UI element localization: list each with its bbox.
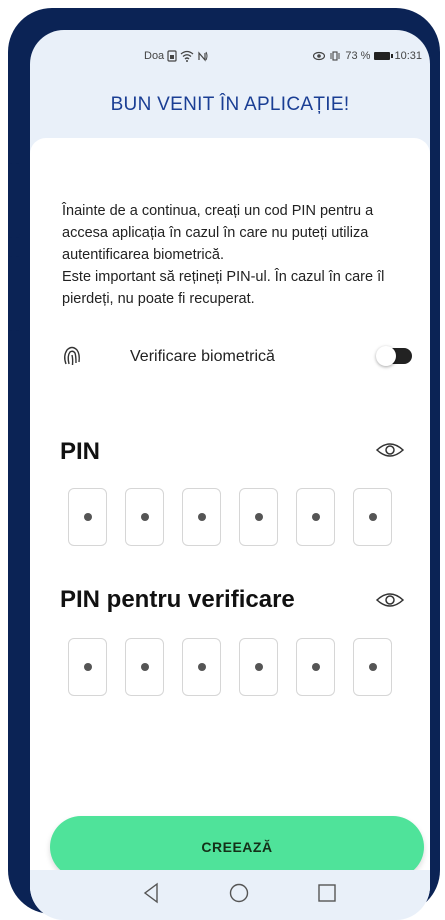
- back-icon[interactable]: [142, 882, 160, 904]
- pin-verify-title: PIN pentru verificare: [60, 586, 295, 613]
- fingerprint-icon: [64, 346, 80, 366]
- toggle-knob: [376, 346, 396, 366]
- vibrate-icon: [330, 51, 340, 61]
- pin-verify-input[interactable]: [68, 638, 408, 696]
- create-button[interactable]: CREEAZĂ: [50, 816, 424, 878]
- pin-digit-box[interactable]: [296, 488, 335, 546]
- pin-dot: [140, 513, 149, 521]
- screen: Doa 73 % 10:31 BUN VENIT ÎN APLICAȚIE! Î…: [30, 30, 430, 920]
- pin-dot: [311, 513, 320, 521]
- pin-dot: [197, 513, 206, 521]
- status-bar: Doa 73 % 10:31: [30, 46, 430, 68]
- pin-dot: [368, 513, 377, 521]
- eye-comfort-icon: [313, 51, 326, 61]
- wifi-icon: [180, 50, 194, 62]
- pin-verify-digit-box[interactable]: [182, 638, 221, 696]
- pin-verify-digit-box[interactable]: [353, 638, 392, 696]
- show-pin-eye-icon[interactable]: [375, 440, 405, 460]
- pin-digit-box[interactable]: [353, 488, 392, 546]
- pin-dot: [83, 513, 92, 521]
- pin-verify-digit-box[interactable]: [239, 638, 278, 696]
- sim-icon: [167, 50, 177, 62]
- pin-digit-box[interactable]: [182, 488, 221, 546]
- warning-paragraph: Este important să rețineți PIN-ul. În ca…: [62, 269, 385, 307]
- side-button: [8, 163, 20, 238]
- pin-digit-box[interactable]: [125, 488, 164, 546]
- pin-dot: [83, 663, 92, 671]
- main-card: Înainte de a continua, creați un cod PIN…: [30, 138, 430, 920]
- carrier-label: Doa: [144, 50, 165, 62]
- pin-dot: [140, 663, 149, 671]
- pin-verify-digit-box[interactable]: [68, 638, 107, 696]
- pin-input[interactable]: [68, 488, 408, 546]
- show-pin-verify-eye-icon[interactable]: [375, 590, 405, 610]
- pin-verify-digit-box[interactable]: [296, 638, 335, 696]
- biometric-toggle[interactable]: [376, 346, 412, 366]
- pin-dot: [254, 513, 263, 521]
- intro-paragraph: Înainte de a continua, creați un cod PIN…: [62, 203, 374, 263]
- pin-verify-digit-box[interactable]: [125, 638, 164, 696]
- clock: 10:31: [394, 50, 422, 62]
- system-nav-bar: [30, 870, 430, 920]
- pin-dot: [254, 663, 263, 671]
- pin-dot: [311, 663, 320, 671]
- pin-digit-box[interactable]: [68, 488, 107, 546]
- status-right: 73 % 10:31: [313, 50, 422, 62]
- pin-dot: [197, 663, 206, 671]
- side-button: [8, 256, 20, 331]
- pin-title: PIN: [60, 438, 101, 465]
- phone-frame: Doa 73 % 10:31 BUN VENIT ÎN APLICAȚIE! Î…: [8, 8, 440, 920]
- pin-digit-box[interactable]: [239, 488, 278, 546]
- page-title: BUN VENIT ÎN APLICAȚIE!: [110, 94, 350, 115]
- pin-dot: [368, 663, 377, 671]
- biometric-row[interactable]: Verificare biometrică: [58, 342, 412, 372]
- battery-icon: [374, 52, 394, 60]
- biometric-label: Verificare biometrică: [130, 348, 275, 365]
- nfc-icon: [198, 51, 208, 62]
- status-left: Doa: [144, 50, 209, 62]
- recent-apps-icon[interactable]: [317, 882, 337, 904]
- battery-percent: 73 %: [345, 50, 371, 62]
- home-icon[interactable]: [228, 882, 250, 904]
